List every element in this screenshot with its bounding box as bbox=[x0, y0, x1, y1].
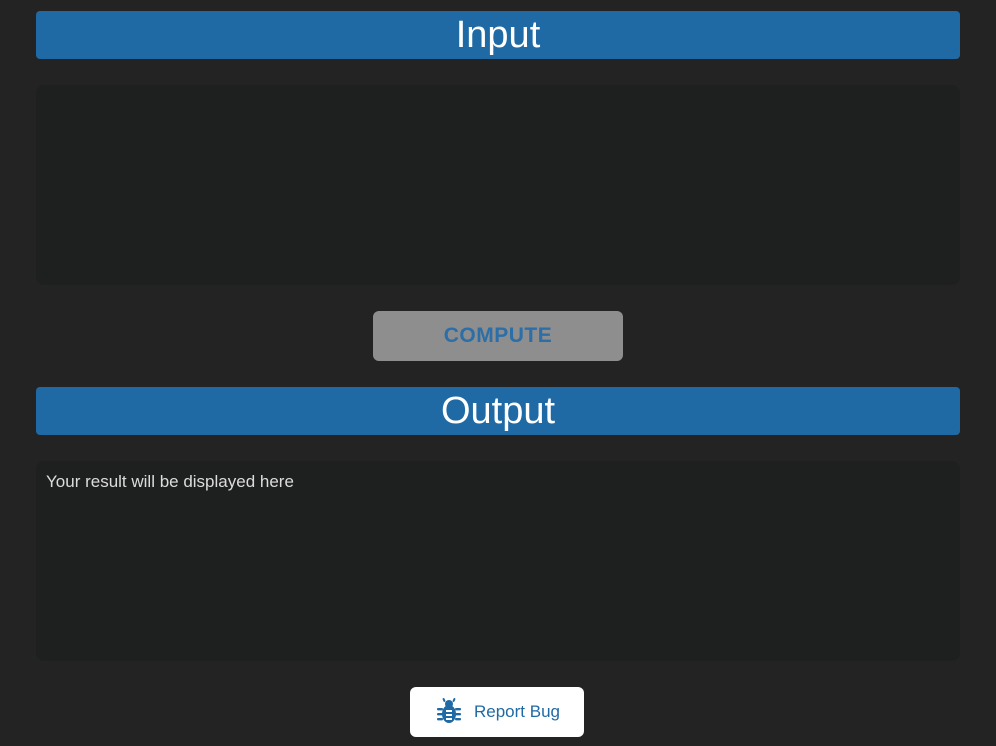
input-textarea[interactable] bbox=[36, 85, 960, 285]
input-header: Input bbox=[36, 11, 960, 59]
output-placeholder-text: Your result will be displayed here bbox=[46, 472, 294, 491]
output-header: Output bbox=[36, 387, 960, 435]
output-panel: Your result will be displayed here bbox=[36, 461, 960, 661]
bug-icon bbox=[437, 698, 461, 723]
compute-button[interactable]: COMPUTE bbox=[373, 311, 623, 361]
report-bug-label: Report Bug bbox=[474, 702, 560, 721]
report-bug-button[interactable]: Report Bug bbox=[410, 687, 584, 737]
